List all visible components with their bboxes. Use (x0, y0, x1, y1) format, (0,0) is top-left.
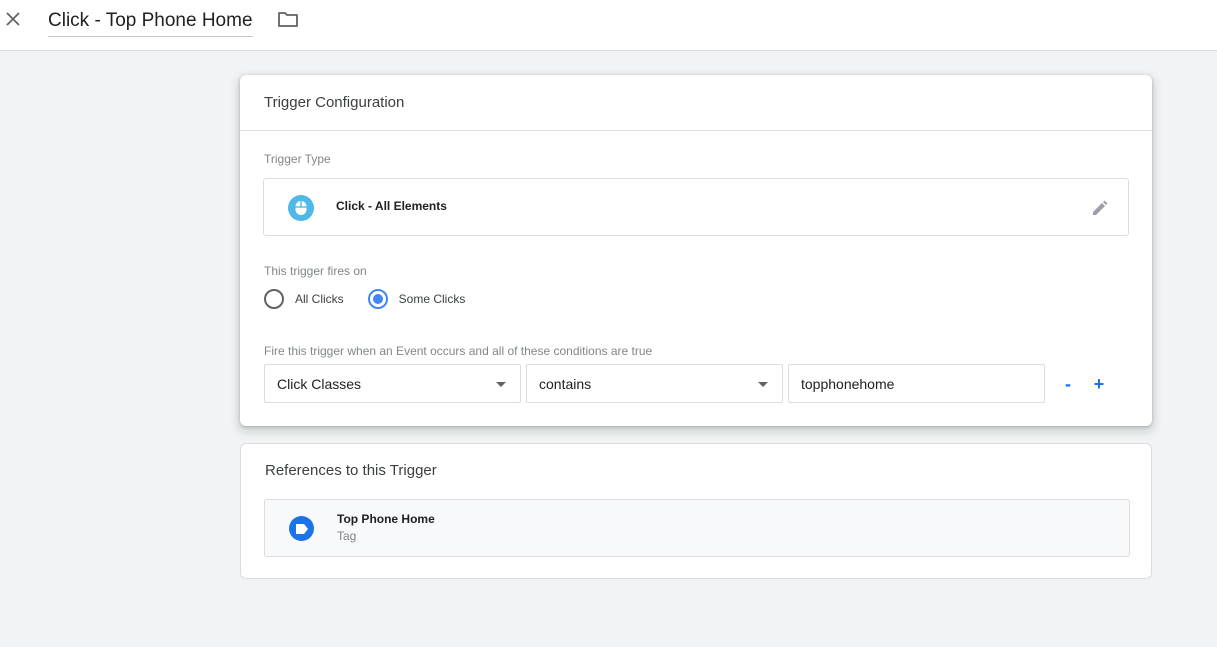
reference-name: Top Phone Home (337, 512, 435, 526)
condition-value-input[interactable] (788, 364, 1045, 403)
config-card-header: Trigger Configuration (240, 75, 1152, 131)
trigger-configuration-card: Trigger Configuration Trigger Type Click… (240, 75, 1152, 426)
trigger-type-label: Trigger Type (264, 152, 331, 166)
tag-icon (289, 516, 314, 541)
dropdown-arrow-icon (758, 382, 768, 387)
trigger-name-field[interactable]: Click - Top Phone Home (48, 6, 253, 37)
radio-label-some-clicks: Some Clicks (398, 292, 466, 306)
mouse-icon (288, 195, 314, 221)
pencil-icon[interactable] (1088, 196, 1112, 220)
radio-some-clicks[interactable]: Some Clicks (367, 289, 466, 309)
close-icon[interactable] (2, 8, 24, 30)
radio-button-unchecked[interactable] (264, 289, 284, 309)
variable-select-value: Click Classes (277, 376, 362, 392)
config-card-title: Trigger Configuration (264, 94, 405, 111)
page-title: Click - Top Phone Home (48, 10, 253, 31)
radio-all-clicks[interactable]: All Clicks (264, 289, 344, 309)
condition-row: Click Classes contains - + (264, 364, 1110, 403)
radio-label-all-clicks: All Clicks (295, 292, 344, 306)
add-condition-button[interactable]: + (1088, 373, 1110, 395)
references-card-title: References to this Trigger (265, 462, 437, 479)
folder-icon[interactable] (277, 8, 299, 30)
operator-select-value: contains (539, 376, 592, 392)
dropdown-arrow-icon (496, 382, 506, 387)
fires-on-label: This trigger fires on (264, 264, 367, 278)
radio-button-checked[interactable] (367, 289, 388, 309)
top-bar: Click - Top Phone Home (0, 0, 1217, 51)
operator-select[interactable]: contains (526, 364, 783, 403)
reference-type: Tag (337, 529, 357, 543)
remove-condition-button[interactable]: - (1057, 373, 1079, 395)
trigger-type-selector[interactable]: Click - All Elements (263, 178, 1129, 236)
trigger-type-name: Click - All Elements (336, 199, 447, 213)
reference-item[interactable]: Top Phone Home Tag (264, 499, 1130, 557)
references-card-header: References to this Trigger (265, 462, 437, 480)
fires-on-radio-group: All Clicks Some Clicks (264, 289, 489, 309)
condition-label: Fire this trigger when an Event occurs a… (264, 344, 653, 358)
variable-select[interactable]: Click Classes (264, 364, 521, 403)
radio-dot (372, 294, 383, 304)
references-card: References to this Trigger Top Phone Hom… (240, 443, 1152, 579)
